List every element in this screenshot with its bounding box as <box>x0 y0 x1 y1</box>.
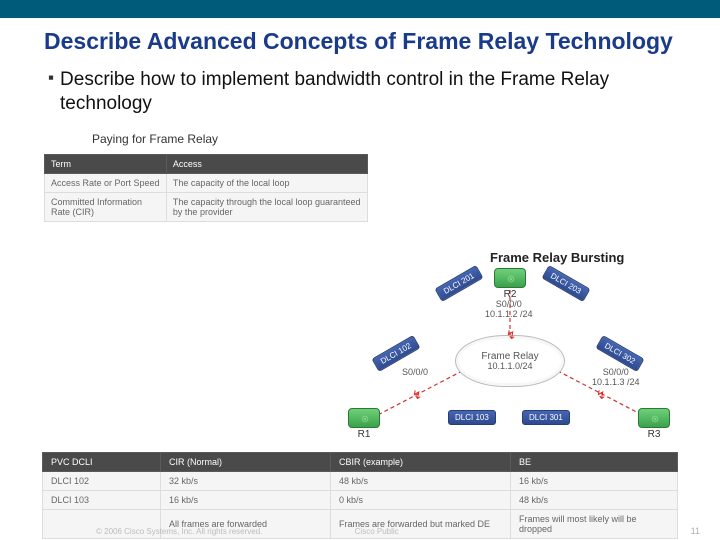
router-icon <box>494 268 526 288</box>
router-icon <box>348 408 380 428</box>
cloud-label: Frame Relay <box>481 351 538 362</box>
table-row: Committed Information Rate (CIR) The cap… <box>45 192 368 221</box>
router-r2: R2 <box>494 268 526 300</box>
copyright: © 2006 Cisco Systems, Inc. All rights re… <box>96 527 262 536</box>
table-row: Term Access <box>45 154 368 173</box>
table-row: Access Rate or Port Speed The capacity o… <box>45 173 368 192</box>
page-number: 11 <box>691 526 700 536</box>
table-row: DLCI 103 16 kb/s 0 kb/s 48 kb/s <box>43 491 678 510</box>
dlci-103-label: DLCI 103 <box>448 410 496 425</box>
terms-table: Term Access Access Rate or Port Speed Th… <box>44 154 368 222</box>
r1-if: S0/0/0 <box>402 368 428 378</box>
r3-ip: S0/0/010.1.1.3 /24 <box>592 368 640 388</box>
sub-heading: Paying for Frame Relay <box>92 132 676 146</box>
cloud-ip: 10.1.1.0/24 <box>487 362 532 372</box>
bullet-mark: ▪ <box>48 68 54 116</box>
router-icon <box>638 408 670 428</box>
footer: © 2006 Cisco Systems, Inc. All rights re… <box>96 527 399 536</box>
bolt-icon: ↯ <box>412 388 422 402</box>
th-access: Access <box>166 154 367 173</box>
frame-relay-cloud: Frame Relay 10.1.1.0/24 <box>455 335 565 387</box>
page-title: Describe Advanced Concepts of Frame Rela… <box>44 28 676 54</box>
bolt-icon: ↯ <box>596 388 606 402</box>
bullet-item: ▪ Describe how to implement bandwidth co… <box>48 68 676 116</box>
table-row: PVC DCLI CIR (Normal) CBIR (example) BE <box>43 453 678 472</box>
bullet-text: Describe how to implement bandwidth cont… <box>60 68 676 116</box>
cisco-public: Cisco Public <box>355 527 399 536</box>
frame-relay-diagram: Frame Relay Bursting R2 S0/0/010.1.1.2 /… <box>340 250 680 450</box>
dlci-301-label: DLCI 301 <box>522 410 570 425</box>
top-bar <box>0 0 720 18</box>
bolt-icon: ↯ <box>506 328 516 342</box>
th-term: Term <box>45 154 167 173</box>
r2-ip: S0/0/010.1.1.2 /24 <box>485 300 533 320</box>
table-row: DLCI 102 32 kb/s 48 kb/s 16 kb/s <box>43 472 678 491</box>
pvc-table: PVC DCLI CIR (Normal) CBIR (example) BE … <box>42 452 678 539</box>
router-r3: R3 <box>638 408 670 440</box>
router-r1: R1 <box>348 408 380 440</box>
